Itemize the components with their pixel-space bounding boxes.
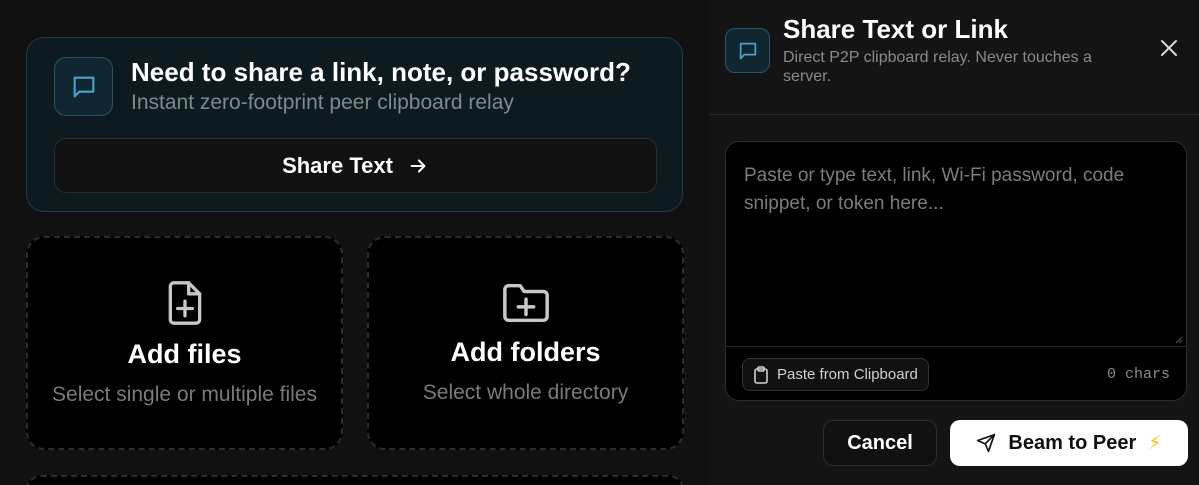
next-dropzone-peek — [26, 475, 684, 485]
paste-from-clipboard-button[interactable]: Paste from Clipboard — [742, 358, 929, 391]
paste-button-label: Paste from Clipboard — [777, 366, 918, 383]
editor-footer: Paste from Clipboard 0 chars — [726, 346, 1186, 400]
resize-grip-icon[interactable] — [1175, 336, 1183, 344]
share-card-title: Need to share a link, note, or password? — [131, 57, 631, 87]
app-root: Need to share a link, note, or password?… — [0, 0, 1199, 485]
cancel-button-label: Cancel — [847, 431, 913, 454]
close-icon — [1161, 40, 1177, 56]
arrow-right-icon — [410, 158, 426, 173]
add-files-subtitle: Select single or multiple files — [52, 382, 317, 406]
share-text-button-label: Share Text — [282, 152, 393, 178]
message-square-icon — [54, 57, 113, 116]
send-icon — [977, 433, 996, 453]
add-folders-dropzone[interactable]: Add folders Select whole directory — [367, 236, 684, 450]
add-files-title: Add files — [127, 338, 242, 369]
panel-description: Direct P2P clipboard relay. Never touche… — [783, 49, 1092, 85]
clipboard-icon — [754, 365, 768, 384]
close-button[interactable] — [1157, 36, 1181, 60]
beam-button-label: Beam to Peer — [1008, 431, 1137, 454]
share-text-button[interactable]: Share Text — [54, 138, 657, 193]
lightning-icon: ⚡ — [1148, 432, 1162, 454]
share-card-subtitle: Instant zero-footprint peer clipboard re… — [131, 91, 514, 114]
beam-to-peer-button[interactable]: Beam to Peer ⚡ — [950, 420, 1188, 466]
message-square-icon — [725, 28, 770, 73]
panel-title: Share Text or Link — [783, 14, 1008, 44]
add-folders-title: Add folders — [450, 336, 601, 367]
share-text-input[interactable] — [726, 142, 1186, 347]
share-text-panel: Share Text or Link Direct P2P clipboard … — [709, 0, 1199, 485]
char-count: 0 chars — [1106, 366, 1170, 383]
text-editor: Paste from Clipboard 0 chars — [725, 141, 1187, 401]
share-text-card: Need to share a link, note, or password?… — [26, 37, 683, 212]
panel-divider — [709, 114, 1199, 115]
folder-plus-icon — [502, 283, 549, 322]
file-plus-icon — [168, 280, 201, 325]
cancel-button[interactable]: Cancel — [823, 420, 937, 466]
add-folders-subtitle: Select whole directory — [422, 380, 629, 404]
add-files-dropzone[interactable]: Add files Select single or multiple file… — [26, 236, 343, 450]
